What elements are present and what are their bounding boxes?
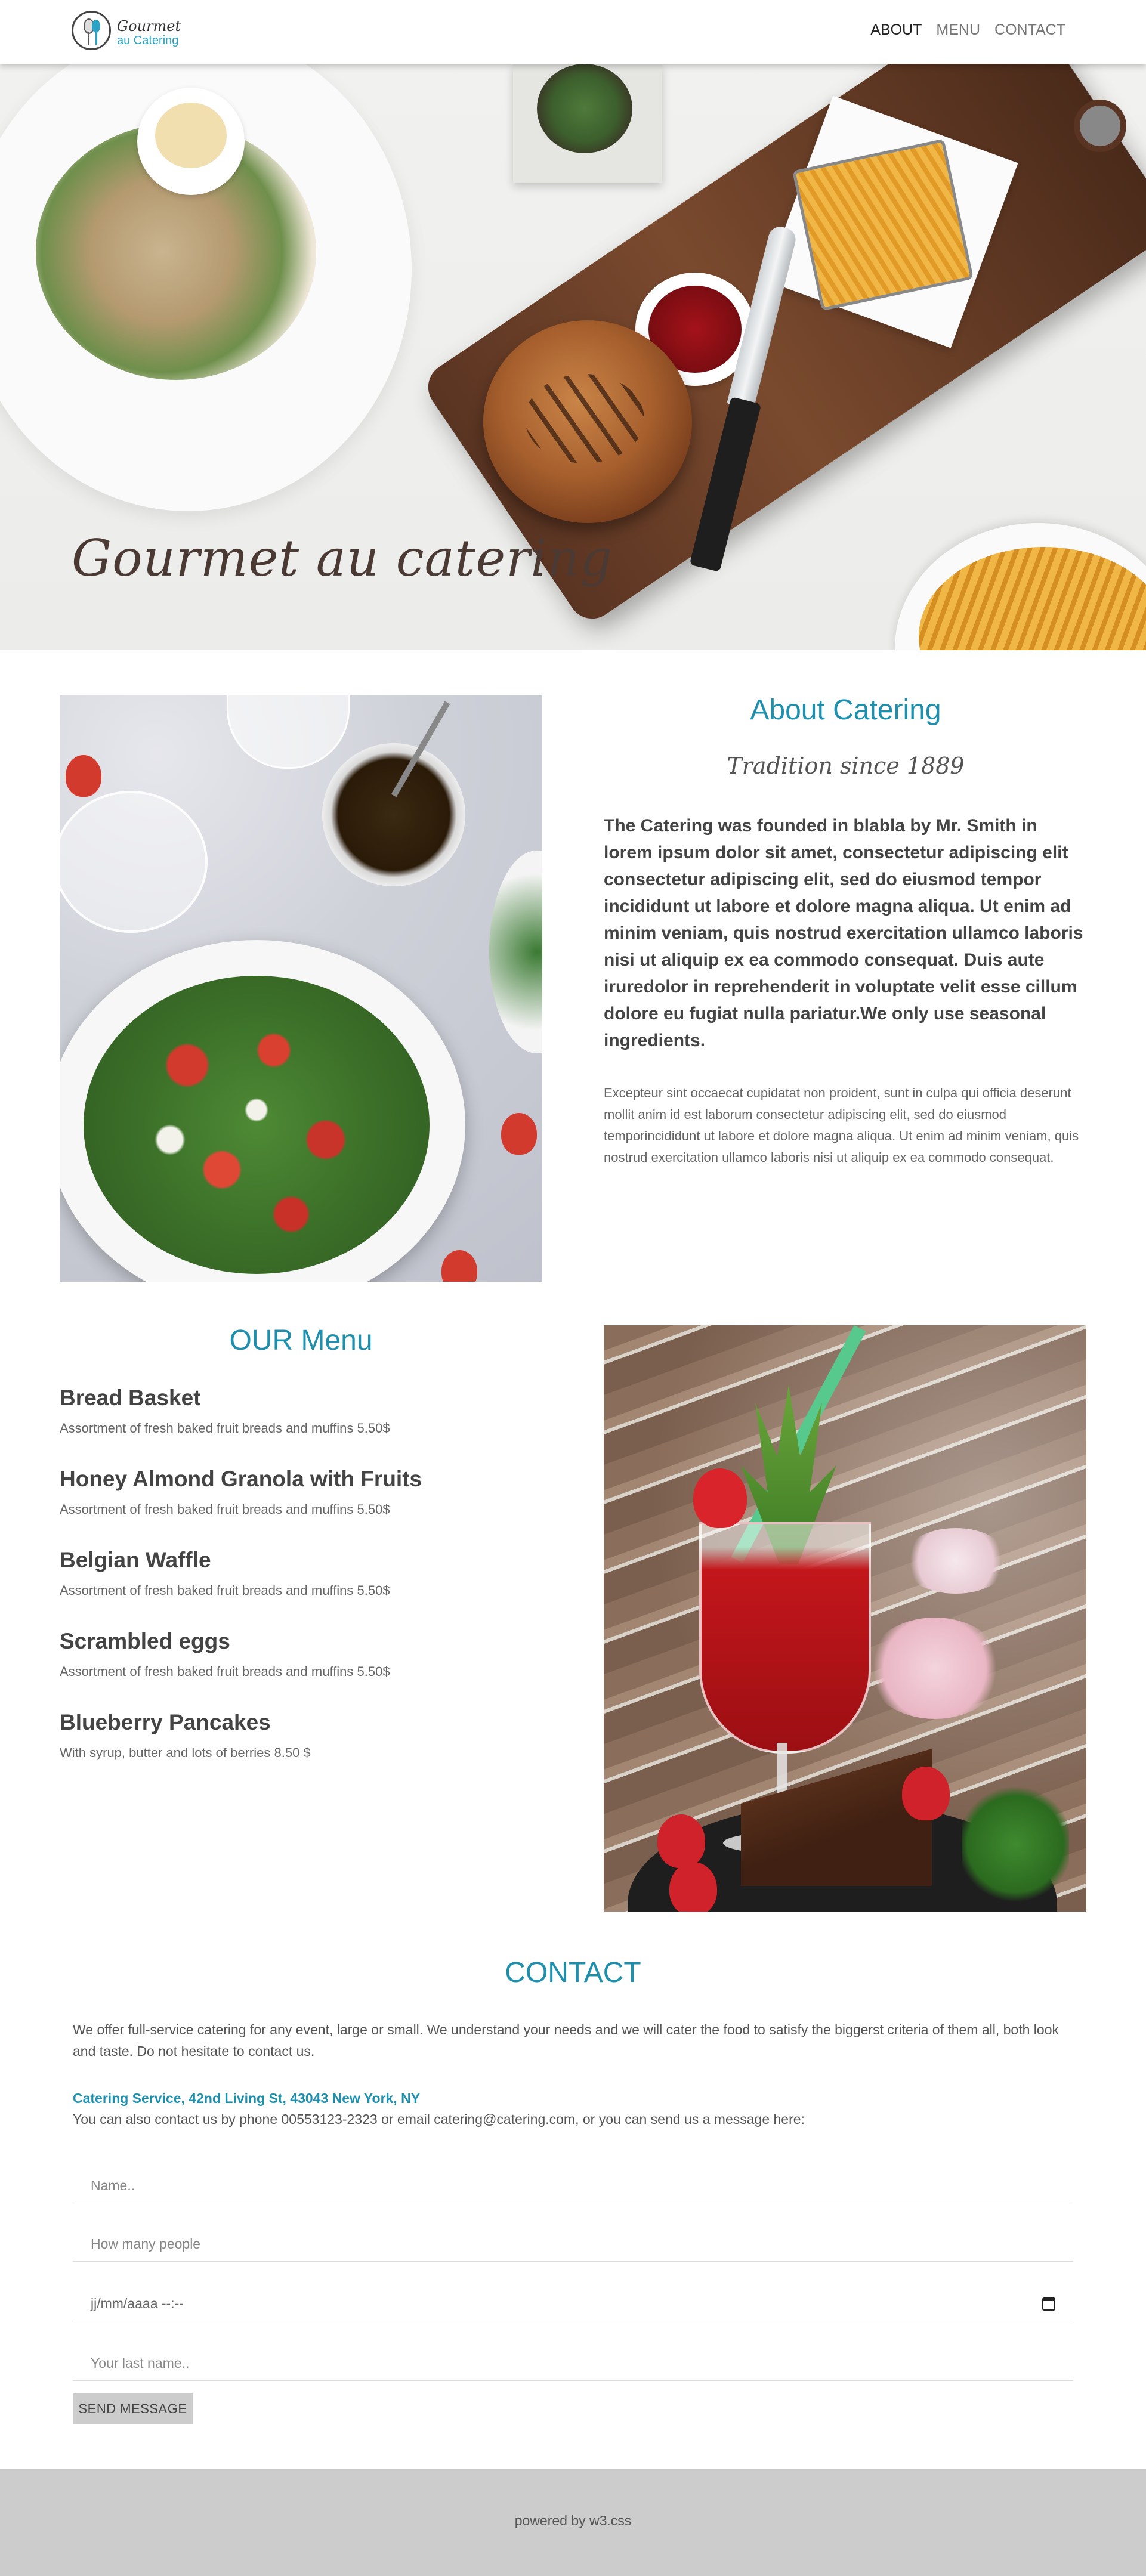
nav-link-contact[interactable]: CONTACT <box>994 21 1065 39</box>
menu-item: Bread Basket Assortment of fresh baked f… <box>60 1385 542 1466</box>
people-count-input[interactable] <box>73 2227 1073 2262</box>
hero-plant-pot-image <box>513 64 662 183</box>
about-subtitle: Tradition since 1889 <box>727 753 965 779</box>
hero-burger-grill-image <box>525 374 644 463</box>
logo[interactable]: Gourmet au Catering <box>72 10 191 54</box>
hero-fries-bowl-image <box>895 523 1146 650</box>
menu-item-desc: Assortment of fresh baked fruit breads a… <box>60 1502 390 1517</box>
contact-intro-text: We offer full-service catering for any e… <box>73 2022 1059 2059</box>
menu-item-name: Belgian Waffle <box>60 1548 211 1572</box>
menu-item-name: Bread Basket <box>60 1386 201 1410</box>
menu-item-desc: Assortment of fresh baked fruit breads a… <box>60 1664 390 1679</box>
calendar-icon[interactable] <box>1042 2297 1055 2311</box>
hero-board-handle-image <box>1074 100 1126 152</box>
contact-title: CONTACT <box>505 1957 641 1989</box>
contact-address: Catering Service, 42nd Living St, 43043 … <box>73 2091 421 2106</box>
top-navbar: Gourmet au Catering ABOUT MENU CONTACT <box>0 0 1146 64</box>
about-title: About Catering <box>750 694 941 726</box>
menu-item-desc: Assortment of fresh baked fruit breads a… <box>60 1421 390 1436</box>
logo-text-line2: au Catering <box>117 34 179 47</box>
contact-phone-email-text: You can also contact us by phone 0055312… <box>73 2111 805 2127</box>
nav-link-about[interactable]: ABOUT <box>870 21 922 39</box>
hero-sauce-bowl-image <box>137 88 245 195</box>
hero-banner: Gourmet au catering <box>0 64 1146 650</box>
menu-title: OUR Menu <box>229 1325 373 1356</box>
about-salad-image <box>60 695 542 1282</box>
about-body-text: Excepteur sint occaecat cupidatat non pr… <box>604 1086 1079 1165</box>
hero-title: Gourmet au catering <box>72 529 613 587</box>
nav-link-menu[interactable]: MENU <box>936 21 980 39</box>
menu-item: Honey Almond Granola with Fruits Assortm… <box>60 1466 542 1547</box>
footer: powered by w3.css <box>0 2469 1146 2576</box>
menu-item-desc: With syrup, butter and lots of berries 8… <box>60 1745 311 1760</box>
menu-list: Bread Basket Assortment of fresh baked f… <box>60 1385 542 1790</box>
menu-item-name: Blueberry Pancakes <box>60 1710 271 1734</box>
menu-item: Blueberry Pancakes With syrup, butter an… <box>60 1709 542 1790</box>
logo-text-line1: Gourmet <box>117 18 181 35</box>
last-name-input[interactable] <box>73 2346 1073 2381</box>
name-input[interactable] <box>73 2169 1073 2203</box>
spoon-logo-icon <box>72 11 111 50</box>
menu-item-desc: Assortment of fresh baked fruit breads a… <box>60 1583 390 1598</box>
menu-item-name: Honey Almond Granola with Fruits <box>60 1467 422 1491</box>
menu-item-name: Scrambled eggs <box>60 1629 230 1653</box>
menu-item: Belgian Waffle Assortment of fresh baked… <box>60 1547 542 1628</box>
about-lead-text: The Catering was founded in blabla by Mr… <box>604 816 1083 1050</box>
nav-links: ABOUT MENU CONTACT <box>870 21 1065 39</box>
date-time-placeholder: jj/mm/aaaa --:-- <box>91 2296 184 2311</box>
date-time-input[interactable]: jj/mm/aaaa --:-- <box>73 2287 1073 2321</box>
send-message-button[interactable]: SEND MESSAGE <box>73 2393 193 2424</box>
footer-powered-by: powered by w3.css <box>514 2513 632 2528</box>
menu-item: Scrambled eggs Assortment of fresh baked… <box>60 1628 542 1709</box>
menu-dessert-image <box>604 1325 1086 1912</box>
